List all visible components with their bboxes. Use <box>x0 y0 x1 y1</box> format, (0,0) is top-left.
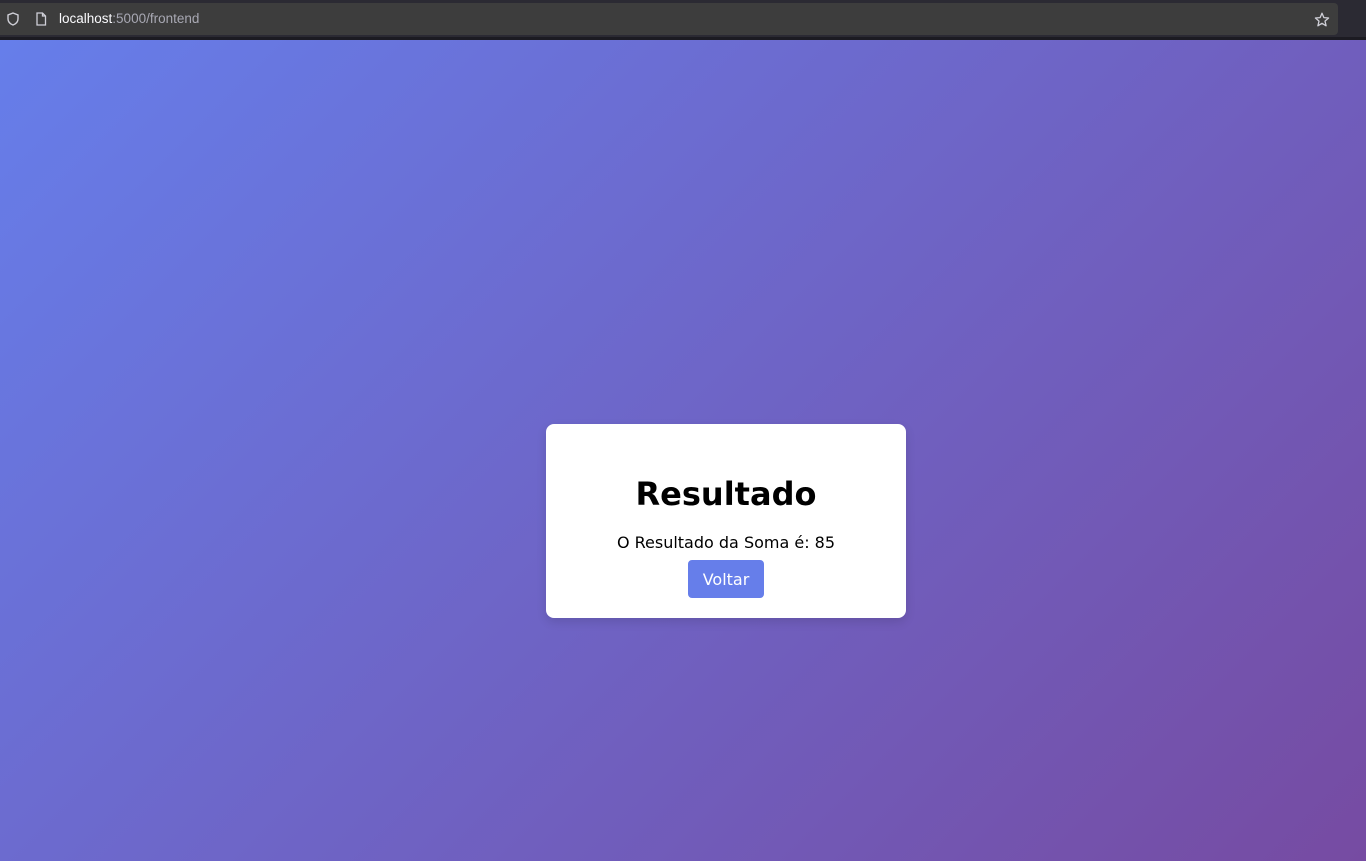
page-title: Resultado <box>635 475 817 513</box>
shield-icon[interactable] <box>6 12 20 26</box>
url-path: :5000/frontend <box>112 11 200 26</box>
page-icon <box>36 12 47 26</box>
result-text: O Resultado da Soma é: 85 <box>616 533 836 552</box>
star-icon[interactable] <box>1314 12 1330 28</box>
result-card: Resultado O Resultado da Soma é: 85 Volt… <box>546 424 906 618</box>
url-host: localhost <box>59 11 113 26</box>
back-button[interactable]: Voltar <box>688 560 764 598</box>
page-viewport: Resultado O Resultado da Soma é: 85 Volt… <box>0 40 1366 861</box>
browser-toolbar: localhost:5000/frontend <box>0 0 1366 40</box>
url-text[interactable]: localhost:5000/frontend <box>59 10 199 28</box>
address-bar[interactable]: localhost:5000/frontend <box>0 3 1338 35</box>
